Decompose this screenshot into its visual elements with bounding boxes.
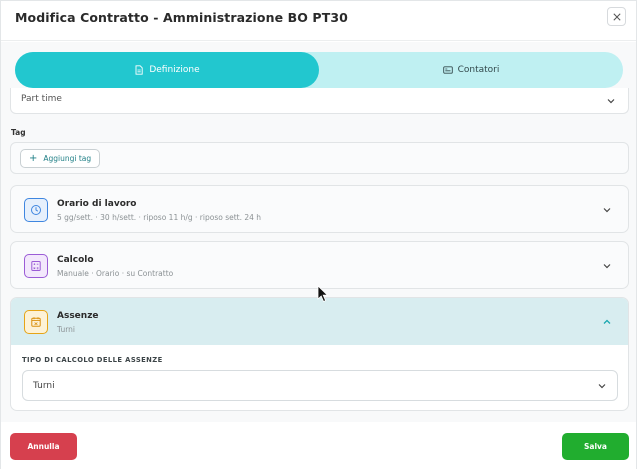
chevron-down-icon bbox=[603, 208, 611, 213]
card-icon bbox=[442, 66, 453, 74]
section-title: Orario di lavoro bbox=[57, 199, 137, 209]
absence-calc-label: TIPO DI CALCOLO DELLE ASSENZE bbox=[22, 356, 163, 364]
tab-contatori-label: Contatori bbox=[457, 65, 500, 75]
modal-header: Modifica Contratto - Amministrazione BO … bbox=[1, 1, 636, 41]
calculator-icon bbox=[24, 254, 48, 278]
clock-icon bbox=[24, 198, 48, 222]
contract-type-select[interactable]: Part time bbox=[10, 88, 629, 114]
chevron-down-icon bbox=[607, 99, 615, 104]
tab-bar: Definizione Contatori bbox=[15, 52, 623, 88]
absence-calc-select[interactable]: Turni bbox=[22, 370, 618, 401]
close-icon bbox=[612, 12, 621, 21]
section-subtitle: Turni bbox=[57, 325, 75, 334]
section-assenze: Assenze Turni TIPO DI CALCOLO DELLE ASSE… bbox=[10, 297, 629, 411]
chevron-down-icon bbox=[598, 384, 606, 389]
tab-contatori[interactable]: Contatori bbox=[319, 52, 623, 88]
mouse-pointer-icon bbox=[317, 285, 329, 303]
save-button[interactable]: Salva bbox=[562, 433, 629, 460]
tab-definizione[interactable]: Definizione bbox=[15, 52, 319, 88]
edit-contract-modal: Modifica Contratto - Amministrazione BO … bbox=[0, 0, 637, 469]
section-orario-di-lavoro[interactable]: Orario di lavoro 5 gg/sett. · 30 h/sett.… bbox=[10, 185, 629, 233]
document-icon bbox=[135, 65, 143, 75]
tab-definizione-label: Definizione bbox=[149, 65, 200, 75]
section-assenze-header[interactable]: Assenze Turni bbox=[11, 298, 628, 345]
section-title: Assenze bbox=[57, 311, 99, 321]
absence-calc-value: Turni bbox=[33, 381, 55, 391]
modal-title: Modifica Contratto - Amministrazione BO … bbox=[15, 10, 348, 25]
chevron-down-icon bbox=[603, 264, 611, 269]
modal-footer: Annulla Salva bbox=[1, 422, 636, 469]
close-button[interactable] bbox=[607, 7, 626, 26]
contract-type-value: Part time bbox=[21, 94, 62, 104]
tag-box: + Aggiungi tag bbox=[10, 142, 629, 174]
add-tag-button[interactable]: + Aggiungi tag bbox=[20, 149, 101, 168]
section-calcolo[interactable]: Calcolo Manuale · Orario · su Contratto bbox=[10, 241, 629, 289]
section-title: Calcolo bbox=[57, 255, 94, 265]
chevron-up-icon bbox=[603, 319, 611, 324]
modal-body: Definizione Contatori Part time Tag + Ag… bbox=[1, 42, 636, 422]
section-subtitle: Manuale · Orario · su Contratto bbox=[57, 269, 174, 278]
cancel-button[interactable]: Annulla bbox=[10, 433, 77, 460]
plus-icon: + bbox=[29, 153, 38, 164]
calendar-icon bbox=[24, 310, 48, 334]
add-tag-label: Aggiungi tag bbox=[43, 154, 92, 163]
section-subtitle: 5 gg/sett. · 30 h/sett. · riposo 11 h/g … bbox=[57, 213, 262, 222]
tag-label: Tag bbox=[11, 128, 26, 137]
